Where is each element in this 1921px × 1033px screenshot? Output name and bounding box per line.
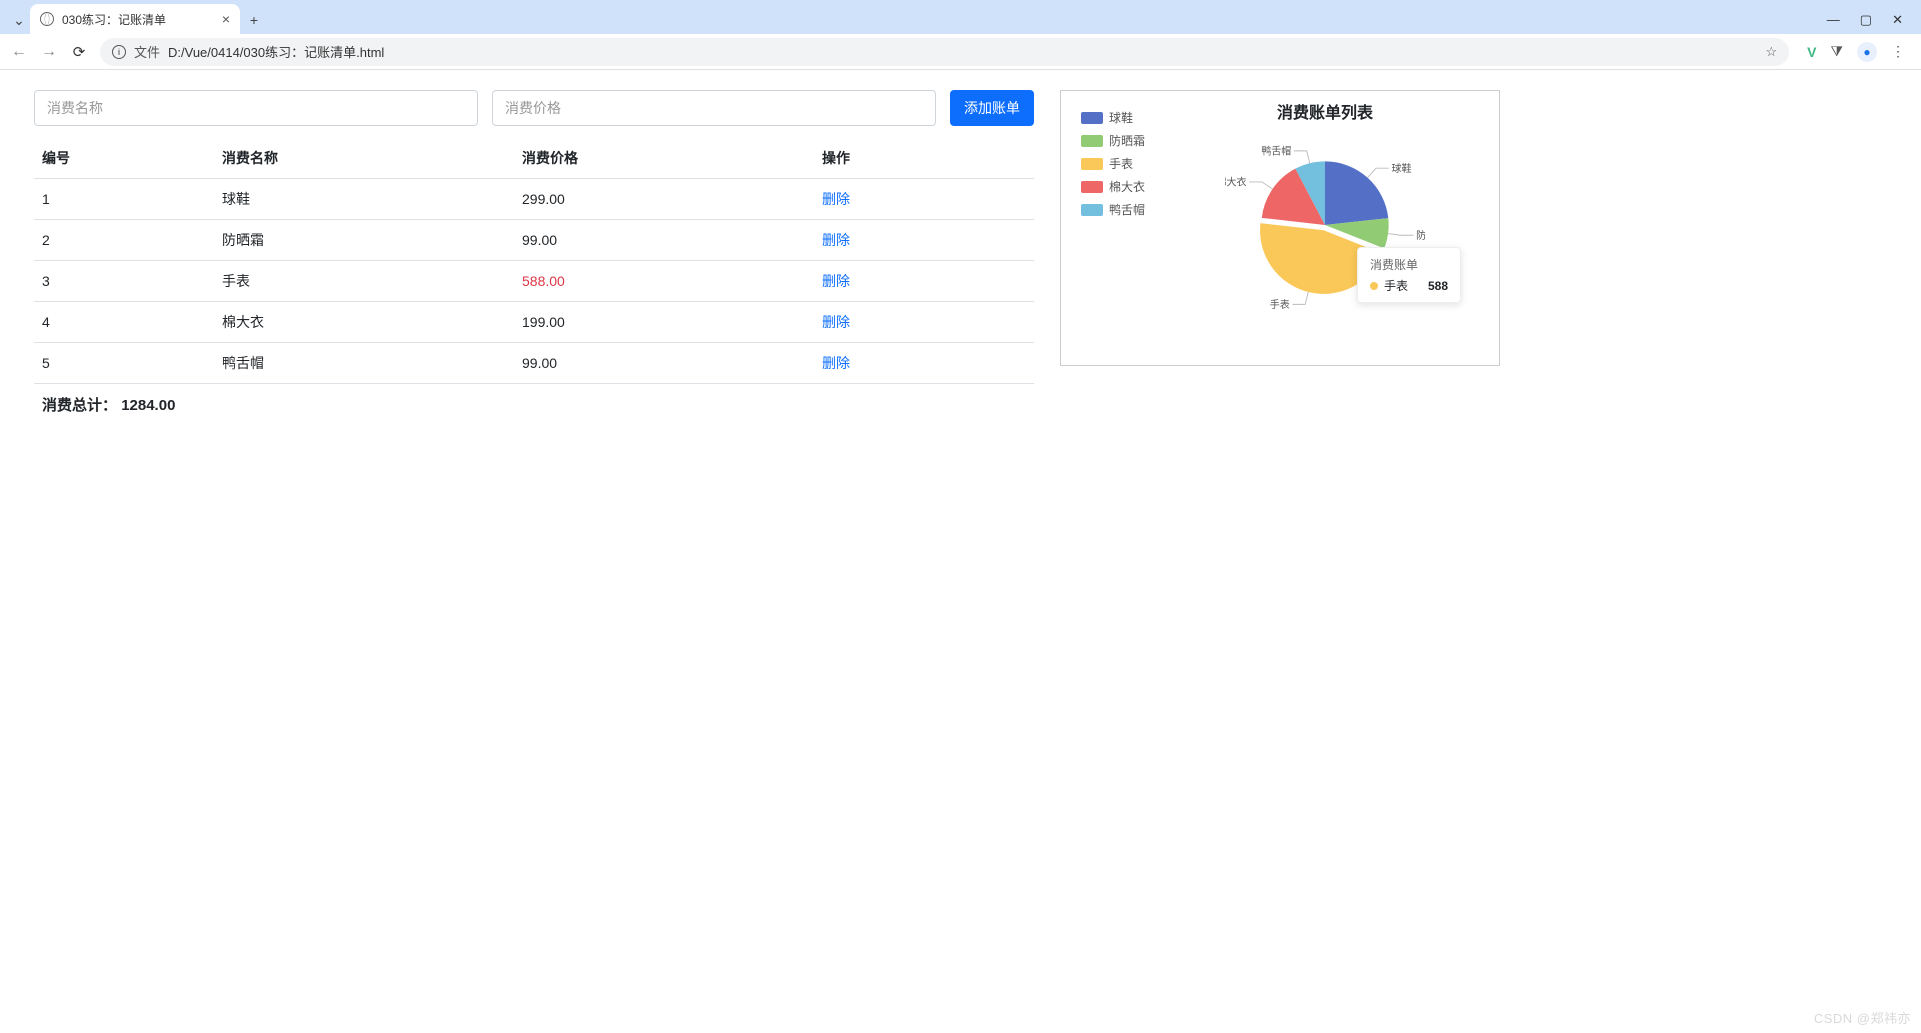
pie-slice[interactable] [1325, 161, 1388, 225]
cell-name: 鸭舌帽 [214, 343, 514, 384]
bookmark-star-icon[interactable]: ☆ [1766, 44, 1778, 60]
name-input[interactable] [34, 90, 478, 126]
col-name: 消费名称 [214, 138, 514, 179]
nav-back-icon[interactable]: ← [10, 43, 28, 61]
legend-swatch [1081, 135, 1103, 147]
cell-price: 99.00 [514, 220, 814, 261]
table-header-row: 编号 消费名称 消费价格 操作 [34, 138, 1034, 179]
delete-link[interactable]: 删除 [822, 191, 850, 207]
cell-id: 2 [34, 220, 214, 261]
chart-title: 消费账单列表 [1161, 99, 1489, 123]
new-tab-button[interactable]: + [240, 6, 268, 34]
vue-devtools-icon[interactable]: V [1807, 44, 1816, 60]
form-and-table: 添加账单 编号 消费名称 消费价格 操作 1球鞋299.00删除2防晒霜99.0… [34, 90, 1034, 425]
table-row: 4棉大衣199.00 删除 [34, 302, 1034, 343]
legend-label: 手表 [1109, 155, 1133, 172]
legend-item[interactable]: 球鞋 [1081, 109, 1161, 126]
table-row: 2防晒霜99.00 删除 [34, 220, 1034, 261]
cell-name: 手表 [214, 261, 514, 302]
total-value: 1284.00 [121, 397, 175, 414]
reload-icon[interactable]: ⟳ [70, 43, 88, 61]
legend-swatch [1081, 112, 1103, 124]
extension-icons: V ⧩ ● ⋮ [1801, 42, 1911, 62]
cell-id: 3 [34, 261, 214, 302]
tab-dropdown-icon[interactable]: ⌄ [8, 6, 30, 34]
legend-item[interactable]: 棉大衣 [1081, 178, 1161, 195]
address-bar[interactable]: i 文件 D:/Vue/0414/030练习：记账清单.html ☆ [100, 38, 1789, 66]
legend-item[interactable]: 手表 [1081, 155, 1161, 172]
legend-swatch [1081, 181, 1103, 193]
legend-item[interactable]: 鸭舌帽 [1081, 201, 1161, 218]
col-id: 编号 [34, 138, 214, 179]
tooltip-name: 手表 [1384, 277, 1408, 294]
chart-tooltip: 消费账单 手表 588 [1357, 247, 1461, 303]
pie-slice-label: 球鞋 [1391, 162, 1411, 175]
nav-forward-icon[interactable]: → [40, 43, 58, 61]
legend-swatch [1081, 158, 1103, 170]
legend-label: 防晒霜 [1109, 132, 1145, 149]
cell-name: 防晒霜 [214, 220, 514, 261]
browser-menu-icon[interactable]: ⋮ [1891, 43, 1905, 60]
cell-price: 99.00 [514, 343, 814, 384]
legend-label: 鸭舌帽 [1109, 201, 1145, 218]
url-text: D:/Vue/0414/030练习：记账清单.html [168, 42, 384, 61]
legend-swatch [1081, 204, 1103, 216]
table-row: 3手表588.00 删除 [34, 261, 1034, 302]
cell-id: 4 [34, 302, 214, 343]
tooltip-color-dot [1370, 282, 1378, 290]
pie-slice-label: 鸭舌帽 [1261, 145, 1291, 158]
browser-toolbar: ← → ⟳ i 文件 D:/Vue/0414/030练习：记账清单.html ☆… [0, 34, 1921, 70]
delete-link[interactable]: 删除 [822, 355, 850, 371]
pie-slice-label: 手表 [1270, 298, 1290, 311]
browser-tab[interactable]: 030练习：记账清单 × [30, 4, 240, 34]
legend-label: 球鞋 [1109, 109, 1133, 126]
col-action: 操作 [814, 138, 1034, 179]
tab-title: 030练习：记账清单 [62, 11, 166, 28]
table-row: 5鸭舌帽99.00 删除 [34, 343, 1034, 384]
browser-tab-strip: ⌄ 030练习：记账清单 × + — ▢ ✕ [0, 0, 1921, 34]
delete-link[interactable]: 删除 [822, 273, 850, 289]
window-close-icon[interactable]: ✕ [1892, 12, 1903, 28]
cell-name: 球鞋 [214, 179, 514, 220]
price-input[interactable] [492, 90, 936, 126]
add-bill-form: 添加账单 [34, 90, 1034, 126]
cell-id: 5 [34, 343, 214, 384]
page-content: 添加账单 编号 消费名称 消费价格 操作 1球鞋299.00删除2防晒霜99.0… [0, 70, 1921, 445]
col-price: 消费价格 [514, 138, 814, 179]
delete-link[interactable]: 删除 [822, 232, 850, 248]
add-bill-button[interactable]: 添加账单 [950, 90, 1034, 126]
window-minimize-icon[interactable]: — [1827, 12, 1840, 28]
url-scheme-label: 文件 [134, 42, 160, 61]
cell-price: 299.00 [514, 179, 814, 220]
window-maximize-icon[interactable]: ▢ [1860, 12, 1872, 28]
window-controls: — ▢ ✕ [1827, 12, 1913, 34]
tooltip-series: 消费账单 [1370, 256, 1448, 273]
delete-link[interactable]: 删除 [822, 314, 850, 330]
table-row: 1球鞋299.00 删除 [34, 179, 1034, 220]
chart-panel: 球鞋防晒霜手表棉大衣鸭舌帽 消费账单列表 球鞋防晒霜手表棉大衣鸭舌帽 消费账单 … [1060, 90, 1500, 366]
bill-table: 编号 消费名称 消费价格 操作 1球鞋299.00删除2防晒霜99.00删除3手… [34, 138, 1034, 425]
profile-avatar-icon[interactable]: ● [1857, 42, 1877, 62]
extensions-icon[interactable]: ⧩ [1831, 43, 1844, 60]
legend-item[interactable]: 防晒霜 [1081, 132, 1161, 149]
chart-legend: 球鞋防晒霜手表棉大衣鸭舌帽 [1071, 105, 1161, 345]
watermark: CSDN @郑祎亦 [1814, 1008, 1911, 1027]
pie-slice-label: 防晒霜 [1416, 229, 1425, 242]
tooltip-value: 588 [1428, 279, 1448, 293]
cell-price: 588.00 [514, 261, 814, 302]
cell-name: 棉大衣 [214, 302, 514, 343]
cell-price: 199.00 [514, 302, 814, 343]
tab-close-icon[interactable]: × [222, 12, 230, 26]
site-info-icon[interactable]: i [112, 45, 126, 59]
total-label: 消费总计： [42, 397, 117, 414]
cell-id: 1 [34, 179, 214, 220]
pie-slice-label: 棉大衣 [1225, 176, 1246, 189]
globe-icon [40, 12, 54, 26]
legend-label: 棉大衣 [1109, 178, 1145, 195]
pie-chart: 消费账单列表 球鞋防晒霜手表棉大衣鸭舌帽 消费账单 手表 588 [1161, 105, 1489, 345]
table-total-row: 消费总计： 1284.00 [34, 384, 1034, 426]
